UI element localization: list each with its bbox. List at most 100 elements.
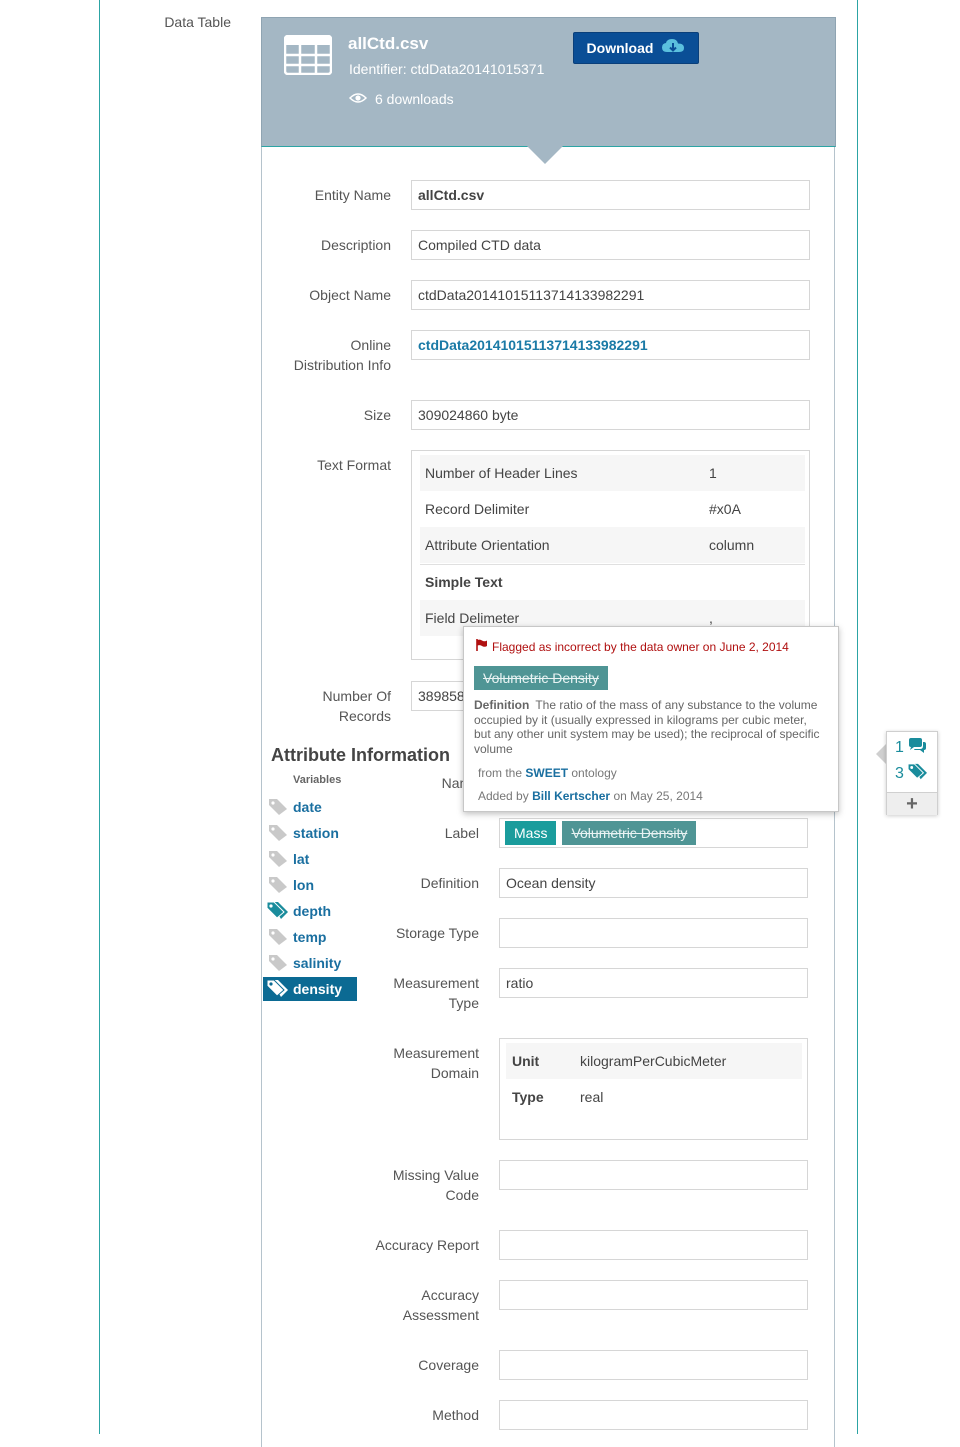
variable-station[interactable]: station xyxy=(263,821,357,845)
tags-count-button[interactable]: 3 xyxy=(895,762,929,786)
definition-label: Definition xyxy=(420,875,479,891)
tag-icon xyxy=(263,798,293,816)
md-row-type: Type real xyxy=(506,1079,802,1115)
description-field[interactable]: Compiled CTD data xyxy=(411,230,810,260)
attr-label-field[interactable]: Mass Volumetric Density xyxy=(499,818,808,848)
variable-temp[interactable]: temp xyxy=(263,925,357,949)
object-name-field[interactable]: ctdData20141015113714133982291 xyxy=(411,280,810,310)
description-label: Description xyxy=(320,237,391,253)
label-chip-mass[interactable]: Mass xyxy=(505,821,557,845)
tf-value: , xyxy=(709,610,713,626)
online-dist-label: Online Distribution Info xyxy=(270,335,391,375)
missing-value-label: Missing Value Code xyxy=(380,1165,479,1205)
variable-lon[interactable]: lon xyxy=(263,873,357,897)
flag-text: Flagged as incorrect by the data owner o… xyxy=(492,639,789,654)
variable-label: salinity xyxy=(293,955,342,971)
eye-icon xyxy=(348,91,368,107)
tags-icon xyxy=(263,979,293,999)
tf-value: 1 xyxy=(709,465,717,481)
tags-count: 3 xyxy=(895,765,904,782)
measurement-type-label-line1: Measurement xyxy=(393,975,479,991)
downloads-text: 6 downloads xyxy=(375,91,454,107)
source-link[interactable]: SWEET xyxy=(525,766,568,780)
accuracy-assessment-label-line2: Assessment xyxy=(402,1307,479,1323)
measurement-domain-label: Measurement Domain xyxy=(380,1043,479,1083)
tf-key: Field Delimeter xyxy=(425,610,520,626)
accuracy-assessment-label: Accuracy Assessment xyxy=(380,1285,479,1325)
measurement-domain-label-line2: Domain xyxy=(430,1065,479,1081)
variable-salinity[interactable]: salinity xyxy=(263,951,357,975)
storage-type-field[interactable] xyxy=(499,918,808,948)
file-name: allCtd.csv xyxy=(348,34,429,53)
popover-source: from the SWEET ontology xyxy=(478,766,617,780)
definition-field[interactable]: Ocean density xyxy=(499,868,808,898)
missing-value-label-line1: Missing Value xyxy=(392,1167,479,1183)
measurement-domain-box: Unit kilogramPerCubicMeter Type real xyxy=(499,1038,808,1140)
tag-icon xyxy=(263,876,293,894)
variable-date[interactable]: date xyxy=(263,795,357,819)
added-by-link[interactable]: Bill Kertscher xyxy=(532,789,610,803)
comments-icon xyxy=(907,737,927,759)
object-name-label: Object Name xyxy=(309,287,391,303)
measurement-type-field[interactable]: ratio xyxy=(499,968,808,998)
variable-depth[interactable]: depth xyxy=(263,899,357,923)
flag-notice: Flagged as incorrect by the data owner o… xyxy=(476,639,789,654)
online-dist-link[interactable]: ctdData20141015113714133982291 xyxy=(411,330,810,360)
tf-row-header-lines: Number of Header Lines 1 xyxy=(420,455,805,491)
entity-name-field[interactable]: allCtd.csv xyxy=(411,180,810,210)
outer-border-right xyxy=(857,0,858,1434)
popover-added-by: Added by Bill Kertscher on May 25, 2014 xyxy=(478,789,703,803)
method-field[interactable] xyxy=(499,1400,808,1430)
source-suffix: ontology xyxy=(571,766,617,780)
tag-icon xyxy=(263,928,293,946)
md-key: Unit xyxy=(512,1053,540,1069)
download-label: Download xyxy=(586,40,654,56)
variable-density[interactable]: density xyxy=(263,977,357,1001)
tf-row-record-delimiter: Record Delimiter #x0A xyxy=(420,491,805,527)
accuracy-report-field[interactable] xyxy=(499,1230,808,1260)
measurement-type-label-line2: Type xyxy=(448,995,479,1011)
tf-key: Record Delimiter xyxy=(425,501,530,517)
variable-label: depth xyxy=(293,903,332,919)
download-button[interactable]: Download xyxy=(573,32,699,64)
tags-icon xyxy=(907,762,929,786)
variable-label: lat xyxy=(293,851,310,867)
num-records-label-line2: Records xyxy=(338,708,391,724)
storage-type-label: Storage Type xyxy=(395,925,479,941)
entity-name-label: Entity Name xyxy=(314,187,391,203)
add-annotation-button[interactable]: + xyxy=(887,792,937,815)
num-records-label-line1: Number Of xyxy=(322,688,391,704)
measurement-type-label: Measurement Type xyxy=(380,973,479,1013)
annotation-side-widget: 1 3 + xyxy=(886,731,938,815)
md-value: kilogramPerCubicMeter xyxy=(580,1053,727,1069)
variable-label: temp xyxy=(293,929,327,945)
tags-icon xyxy=(263,901,293,921)
popover-definition: Definition The ratio of the mass of any s… xyxy=(474,698,826,756)
downloads-count: 6 downloads xyxy=(348,91,454,107)
tag-icon xyxy=(263,954,293,972)
tf-value: #x0A xyxy=(709,501,741,517)
coverage-field[interactable] xyxy=(499,1350,808,1380)
accuracy-assessment-label-line1: Accuracy xyxy=(421,1287,479,1303)
variable-label: date xyxy=(293,799,322,815)
missing-value-field[interactable] xyxy=(499,1160,808,1190)
source-prefix: from the xyxy=(478,766,523,780)
outer-border-left xyxy=(99,0,100,1434)
header-notch xyxy=(527,146,563,164)
variable-label: density xyxy=(293,981,343,997)
size-field[interactable]: 309024860 byte xyxy=(411,400,810,430)
variable-lat[interactable]: lat xyxy=(263,847,357,871)
tf-simple-text-label: Simple Text xyxy=(425,574,503,590)
variables-header: Variables xyxy=(293,774,342,786)
definition-heading: Definition xyxy=(474,698,530,712)
accuracy-assessment-field[interactable] xyxy=(499,1280,808,1310)
popover-chip[interactable]: Volumetric Density xyxy=(474,666,608,690)
label-chip-volumetric-density[interactable]: Volumetric Density xyxy=(562,821,697,845)
comments-count: 1 xyxy=(895,739,904,756)
tf-simple-text: Simple Text xyxy=(420,564,805,600)
coverage-label: Coverage xyxy=(418,1357,479,1373)
text-format-label: Text Format xyxy=(317,457,391,473)
cloud-download-icon xyxy=(661,38,685,59)
md-row-unit: Unit kilogramPerCubicMeter xyxy=(506,1043,802,1079)
comments-count-button[interactable]: 1 xyxy=(895,737,927,759)
